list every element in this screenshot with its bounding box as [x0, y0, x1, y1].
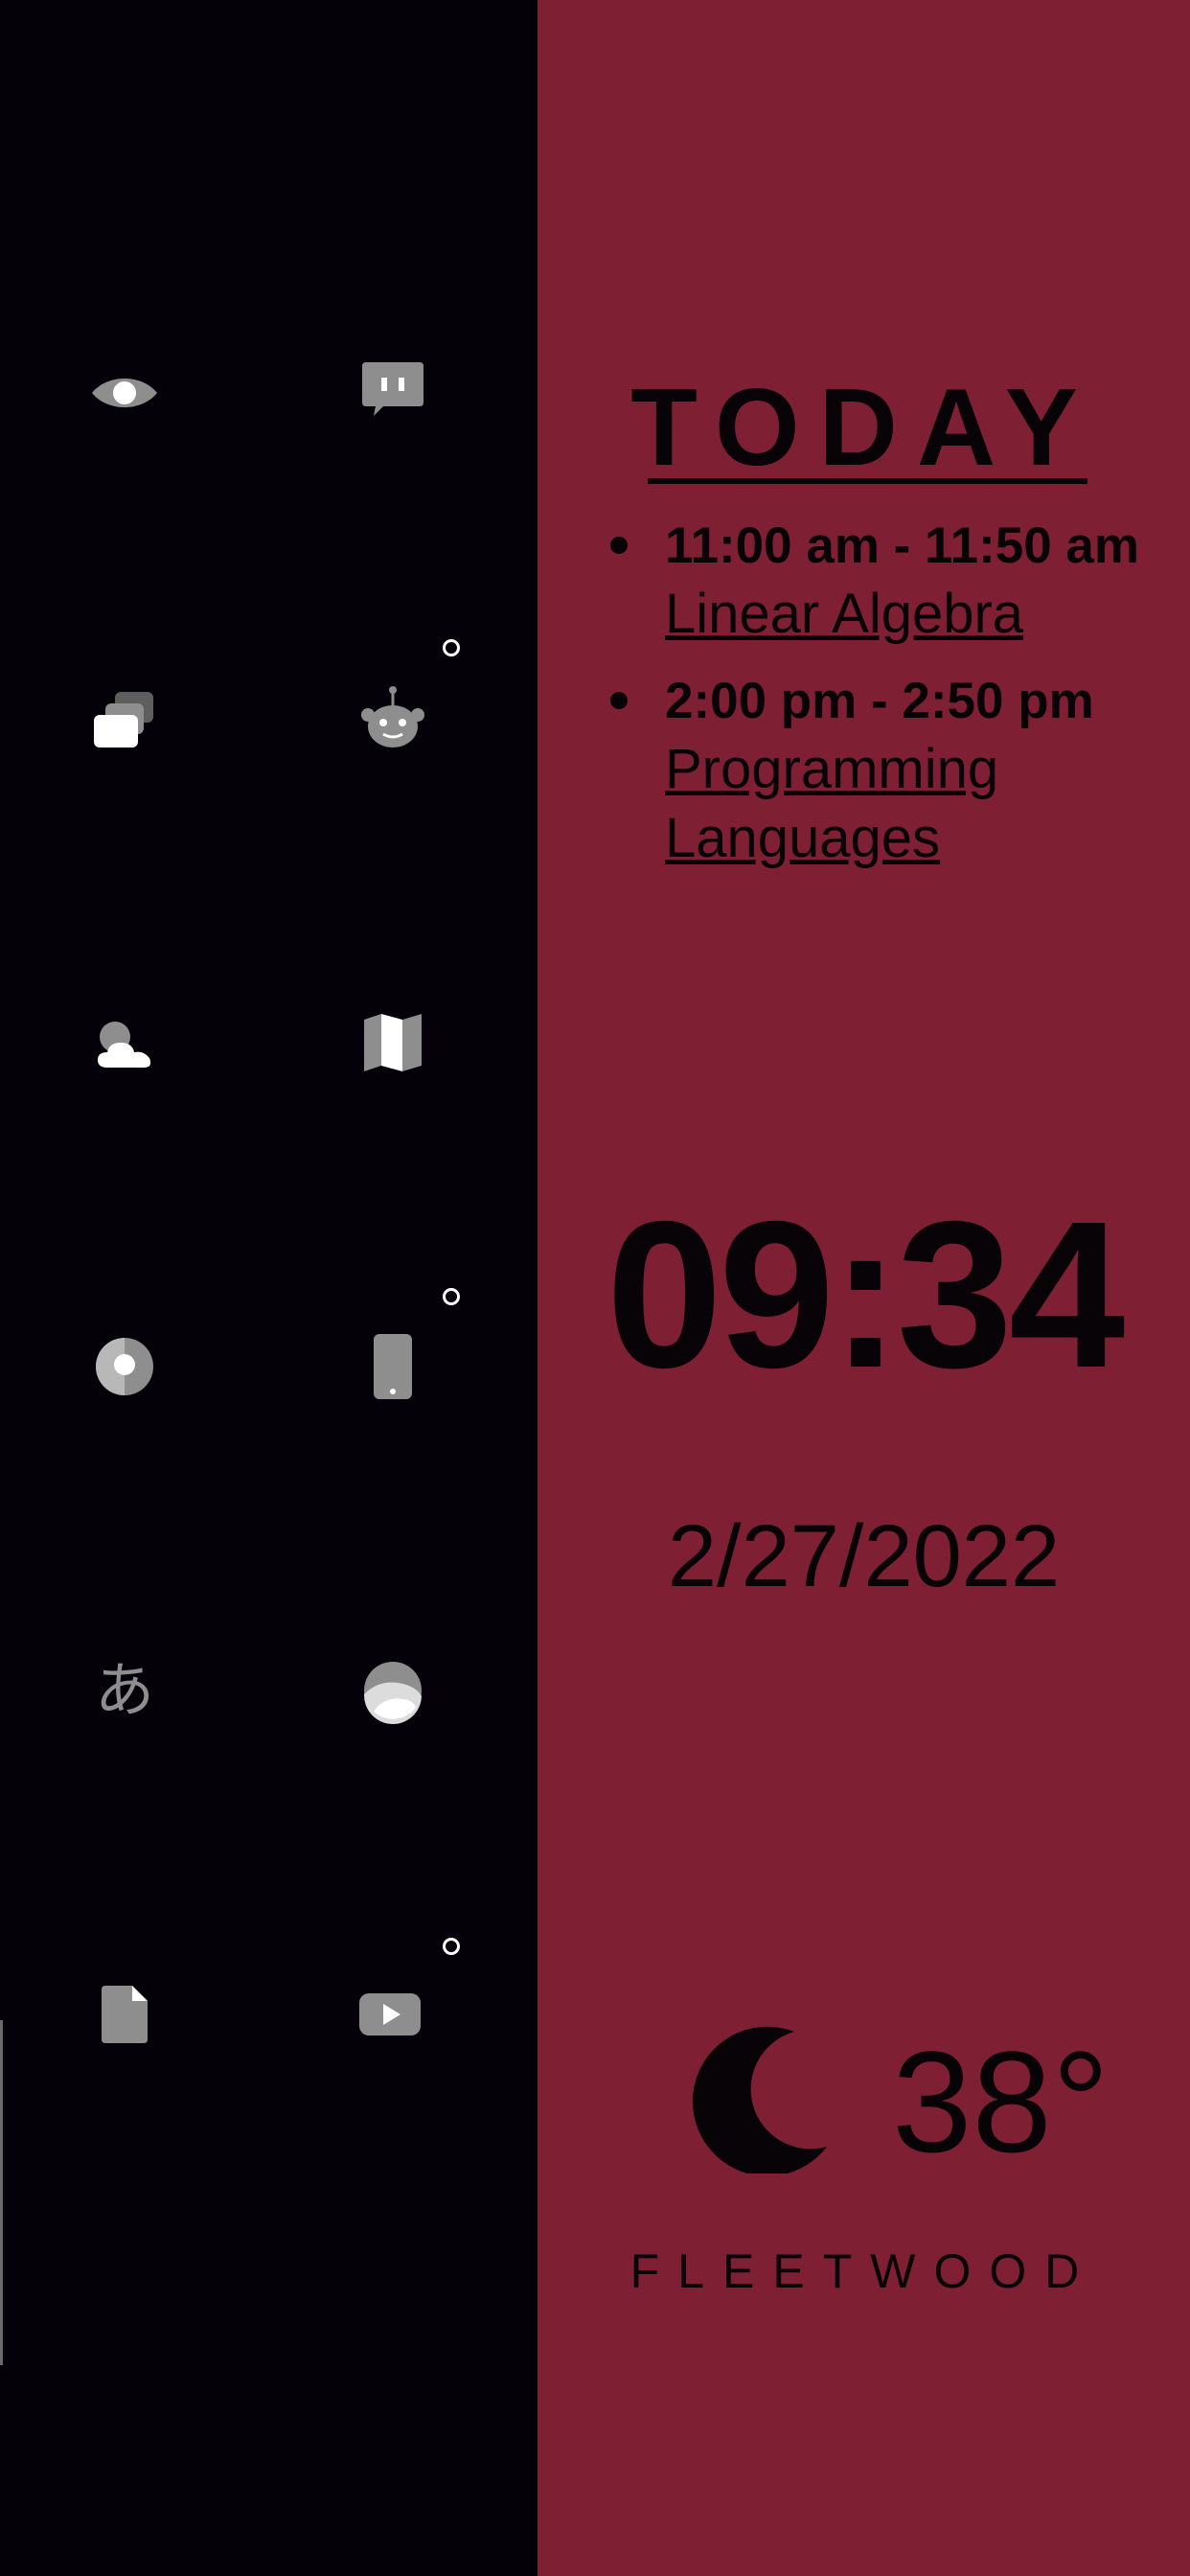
planet-app-icon[interactable]	[355, 1652, 431, 1729]
maps-app-icon[interactable]	[355, 1004, 431, 1081]
clock-time[interactable]: 09:34	[538, 1191, 1190, 1400]
event-time: 11:00 am - 11:50 am	[665, 518, 1140, 574]
event-list: 11:00 am - 11:50 am Linear Algebra 2:00 …	[538, 513, 1190, 892]
cards-icon	[94, 692, 153, 748]
temperature[interactable]: 38°	[892, 2030, 1110, 2174]
cloud-weather-icon	[98, 1022, 151, 1068]
event-item[interactable]: 2:00 pm - 2:50 pm Programming Languages	[538, 668, 1190, 873]
document-icon	[102, 1986, 148, 2043]
clock-date[interactable]: 2/27/2022	[538, 1512, 1190, 1600]
phone-icon	[374, 1334, 412, 1399]
weather-app-icon[interactable]	[86, 1004, 163, 1081]
moon-icon	[692, 2026, 827, 2174]
today-title: TODAY	[630, 367, 1097, 489]
reddit-app-icon[interactable]	[355, 680, 431, 757]
circle-app[interactable]	[86, 1328, 163, 1405]
widget-panel: TODAY 11:00 am - 11:50 am Linear Algebra…	[538, 0, 1190, 2576]
planet-icon	[363, 1662, 422, 1725]
map-icon	[364, 1014, 422, 1071]
today-underline	[648, 478, 1087, 484]
cards-app-icon[interactable]	[86, 680, 163, 757]
event-item[interactable]: 11:00 am - 11:50 am Linear Algebra	[538, 513, 1190, 649]
circle-app-icon	[96, 1338, 153, 1395]
notification-dot	[443, 1938, 460, 1955]
notification-dot	[443, 1288, 460, 1305]
notification-dot	[443, 639, 460, 656]
chat-app-icon[interactable]	[355, 355, 431, 431]
phone-app-icon[interactable]	[355, 1328, 431, 1405]
weather-location: FLEETWOOD	[629, 2244, 1098, 2298]
chat-bubble-icon	[362, 362, 423, 416]
reddit-robot-icon	[361, 686, 424, 748]
eye-icon	[92, 379, 157, 407]
files-app-icon[interactable]	[86, 1976, 163, 2053]
japanese-app-icon[interactable]: あ	[86, 1652, 163, 1729]
app-drawer: あ	[0, 0, 538, 2576]
youtube-app-icon[interactable]	[352, 1976, 428, 2053]
event-name-link[interactable]: Programming Languages	[665, 735, 1106, 873]
hiragana-icon: あ	[94, 1655, 154, 1725]
event-time: 2:00 pm - 2:50 pm	[665, 673, 1094, 729]
youtube-play-icon	[359, 1993, 421, 2036]
eye-app-icon[interactable]	[86, 355, 163, 431]
scroll-indicator[interactable]	[0, 2020, 3, 2365]
event-name-link[interactable]: Linear Algebra	[665, 580, 1106, 649]
